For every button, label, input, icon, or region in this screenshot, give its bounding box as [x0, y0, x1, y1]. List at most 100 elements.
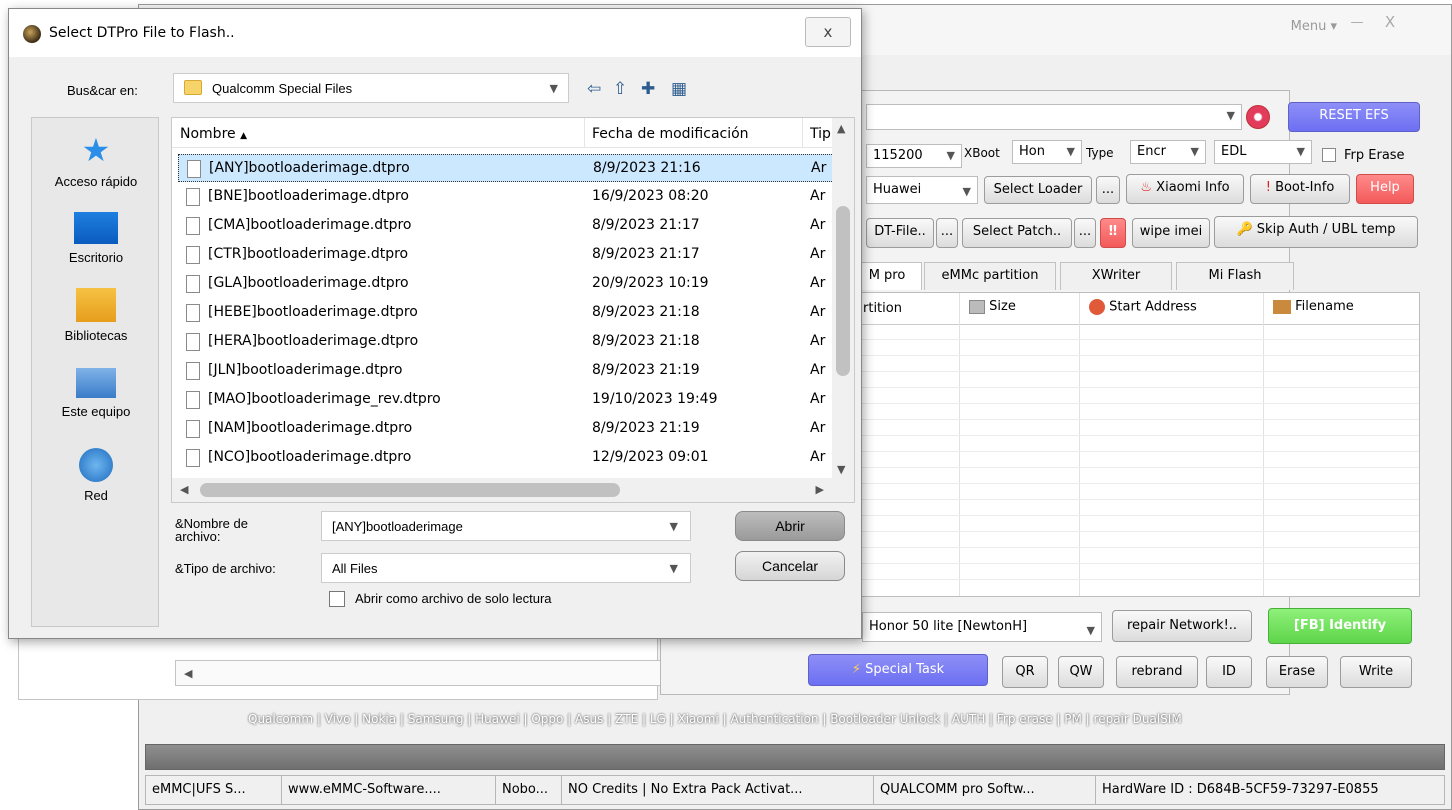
- chevron-down-icon[interactable]: ▼: [670, 520, 678, 533]
- write-button[interactable]: Write: [1340, 656, 1412, 688]
- file-date: 8/9/2023 21:16: [593, 160, 701, 176]
- dialog-close-button[interactable]: x: [805, 17, 851, 47]
- vertical-scroll-thumb[interactable]: [836, 206, 850, 376]
- main-close-button[interactable]: X: [1379, 13, 1401, 35]
- minimize-button[interactable]: —: [1347, 15, 1367, 35]
- place-this-pc[interactable]: Este equipo: [32, 368, 160, 419]
- place-libraries[interactable]: Bibliotecas: [32, 288, 160, 343]
- baud-select[interactable]: 115200 ▼: [866, 144, 962, 168]
- readonly-checkbox[interactable]: [329, 591, 345, 607]
- dt-file-button[interactable]: DT-File..: [866, 218, 934, 248]
- tab-emmc-pro[interactable]: M pro: [852, 262, 922, 290]
- filetype-select[interactable]: All Files ▼: [321, 553, 691, 583]
- file-row[interactable]: [HERA]bootloaderimage.dtpro 8/9/2023 21:1…: [178, 328, 834, 356]
- file-list-horizontal-scrollbar[interactable]: ◀ ▶: [172, 478, 854, 502]
- file-name: [CTR]bootloaderimage.dtpro: [208, 246, 409, 262]
- partition-column-header[interactable]: rtition: [863, 301, 902, 316]
- id-button[interactable]: ID: [1206, 656, 1252, 688]
- file-list[interactable]: Nombre ▲ Fecha de modificación Tip [ANY]…: [171, 117, 855, 503]
- start-address-column-header[interactable]: Start Address: [1089, 299, 1197, 315]
- place-quick-access[interactable]: ★ Acceso rápido: [32, 132, 160, 189]
- view-menu-icon[interactable]: ▦: [671, 79, 687, 99]
- repair-network-button[interactable]: repair Network!..: [1112, 610, 1252, 642]
- model-select[interactable]: Honor 50 lite [NewtonH] ▼: [862, 612, 1102, 642]
- tab-emmc-partition[interactable]: eMMc partition: [924, 262, 1056, 290]
- select-loader-button[interactable]: Select Loader: [984, 176, 1092, 204]
- look-in-select[interactable]: Qualcomm Special Files ▼: [173, 73, 569, 103]
- file-row[interactable]: [JLN]bootloaderimage.dtpro 8/9/2023 21:19…: [178, 357, 834, 385]
- place-desktop[interactable]: Escritorio: [32, 212, 160, 265]
- place-network[interactable]: Red: [32, 448, 160, 503]
- patch-browse-button[interactable]: ...: [1074, 218, 1096, 248]
- file-name: [NAM]bootloaderimage.dtpro: [208, 420, 413, 436]
- file-list-vertical-scrollbar[interactable]: ▲ ▼: [832, 118, 854, 480]
- scroll-up-icon[interactable]: ▲: [837, 122, 845, 135]
- erase-button[interactable]: Erase: [1266, 656, 1328, 688]
- file-row[interactable]: [CMA]bootloaderimage.dtpro 8/9/2023 21:17…: [178, 212, 834, 240]
- file-row[interactable]: [NAM]bootloaderimage.dtpro 8/9/2023 21:19…: [178, 415, 834, 443]
- hon-select[interactable]: Hon ▼: [1012, 140, 1082, 164]
- target-icon[interactable]: [1246, 105, 1270, 129]
- partition-table[interactable]: rtition Size Start Address Filename: [852, 292, 1420, 597]
- tab-mi-flash[interactable]: Mi Flash: [1176, 262, 1294, 290]
- brand-select[interactable]: Huawei ▼: [866, 176, 978, 204]
- qw-button[interactable]: QW: [1058, 656, 1104, 688]
- tab-xwriter[interactable]: XWriter: [1060, 262, 1172, 290]
- file-row[interactable]: [HEBE]bootloaderimage.dtpro 8/9/2023 21:1…: [178, 299, 834, 327]
- size-column-header[interactable]: Size: [969, 299, 1016, 314]
- file-row[interactable]: [ANY]bootloaderimage.dtpro 8/9/2023 21:16…: [178, 154, 834, 182]
- file-type: Ar: [810, 217, 826, 233]
- dialog-titlebar: Select DTPro File to Flash.. x: [9, 9, 861, 57]
- file-row[interactable]: [CTR]bootloaderimage.dtpro 8/9/2023 21:17…: [178, 241, 834, 269]
- cancel-button[interactable]: Cancelar: [735, 551, 845, 581]
- type-column-header[interactable]: Tip: [810, 126, 831, 142]
- filename-input[interactable]: [ANY]bootloaderimage ▼: [321, 511, 691, 541]
- column-divider[interactable]: [584, 118, 585, 148]
- chevron-down-icon: ▼: [669, 562, 678, 575]
- special-task-button[interactable]: ⚡ Special Task: [808, 654, 988, 686]
- date-column-header[interactable]: Fecha de modificación: [592, 126, 749, 142]
- new-folder-icon[interactable]: ✚: [641, 79, 655, 99]
- port-select[interactable]: ▼: [866, 104, 1242, 130]
- select-patch-button[interactable]: Select Patch..: [962, 218, 1072, 248]
- file-row[interactable]: [MAO]bootloaderimage_rev.dtpro 19/10/2023…: [178, 386, 834, 414]
- file-row[interactable]: [BNE]bootloaderimage.dtpro 16/9/2023 08:2…: [178, 183, 834, 211]
- scroll-right-icon[interactable]: ▶: [816, 483, 824, 496]
- warning-icon[interactable]: ‼: [1100, 218, 1126, 248]
- fb-identify-button[interactable]: [FB] Identify: [1268, 608, 1412, 644]
- scroll-left-icon[interactable]: ◀: [180, 483, 188, 496]
- wipe-imei-button[interactable]: wipe imei: [1132, 218, 1210, 248]
- column-divider[interactable]: [802, 118, 803, 148]
- file-open-dialog: Select DTPro File to Flash.. x Bus&car e…: [8, 8, 862, 639]
- scroll-down-icon[interactable]: ▼: [837, 463, 845, 476]
- up-folder-icon[interactable]: ⇧: [613, 79, 627, 99]
- qr-button[interactable]: QR: [1002, 656, 1048, 688]
- encr-select[interactable]: Encr ▼: [1130, 140, 1206, 164]
- file-type: Ar: [810, 188, 826, 204]
- back-icon[interactable]: ⇦: [587, 79, 601, 99]
- rebrand-button[interactable]: rebrand: [1116, 656, 1198, 688]
- dt-file-browse-button[interactable]: ...: [936, 218, 958, 248]
- filename-header-label: Filename: [1295, 299, 1354, 314]
- filename-column-header[interactable]: Filename: [1273, 299, 1354, 314]
- name-column-header[interactable]: Nombre ▲: [180, 126, 247, 142]
- file-icon: [187, 160, 201, 178]
- edl-select[interactable]: EDL ▼: [1214, 140, 1312, 164]
- file-row[interactable]: [GLA]bootloaderimage.dtpro 20/9/2023 10:1…: [178, 270, 834, 298]
- scroll-left-icon[interactable]: ◀: [184, 667, 192, 680]
- frp-erase-checkbox[interactable]: [1322, 148, 1336, 162]
- place-label: Acceso rápido: [54, 174, 138, 189]
- file-row[interactable]: [NCO]bootloaderimage.dtpro 12/9/2023 09:0…: [178, 444, 834, 472]
- boot-info-button[interactable]: ! Boot-Info: [1250, 174, 1350, 204]
- file-type: Ar: [810, 275, 826, 291]
- menu-button[interactable]: Menu ▾: [1291, 19, 1337, 34]
- xiaomi-info-button[interactable]: ♨ Xiaomi Info: [1126, 174, 1244, 204]
- skip-auth-button[interactable]: 🔑 Skip Auth / UBL temp: [1214, 216, 1418, 248]
- file-icon: [186, 246, 200, 264]
- loader-browse-button[interactable]: ...: [1096, 176, 1120, 204]
- open-button[interactable]: Abrir: [735, 511, 845, 541]
- help-button[interactable]: Help: [1356, 174, 1414, 204]
- reset-efs-button[interactable]: RESET EFS: [1288, 102, 1420, 132]
- horizontal-scroll-thumb[interactable]: [200, 483, 620, 497]
- grid-row-line: [853, 547, 1419, 548]
